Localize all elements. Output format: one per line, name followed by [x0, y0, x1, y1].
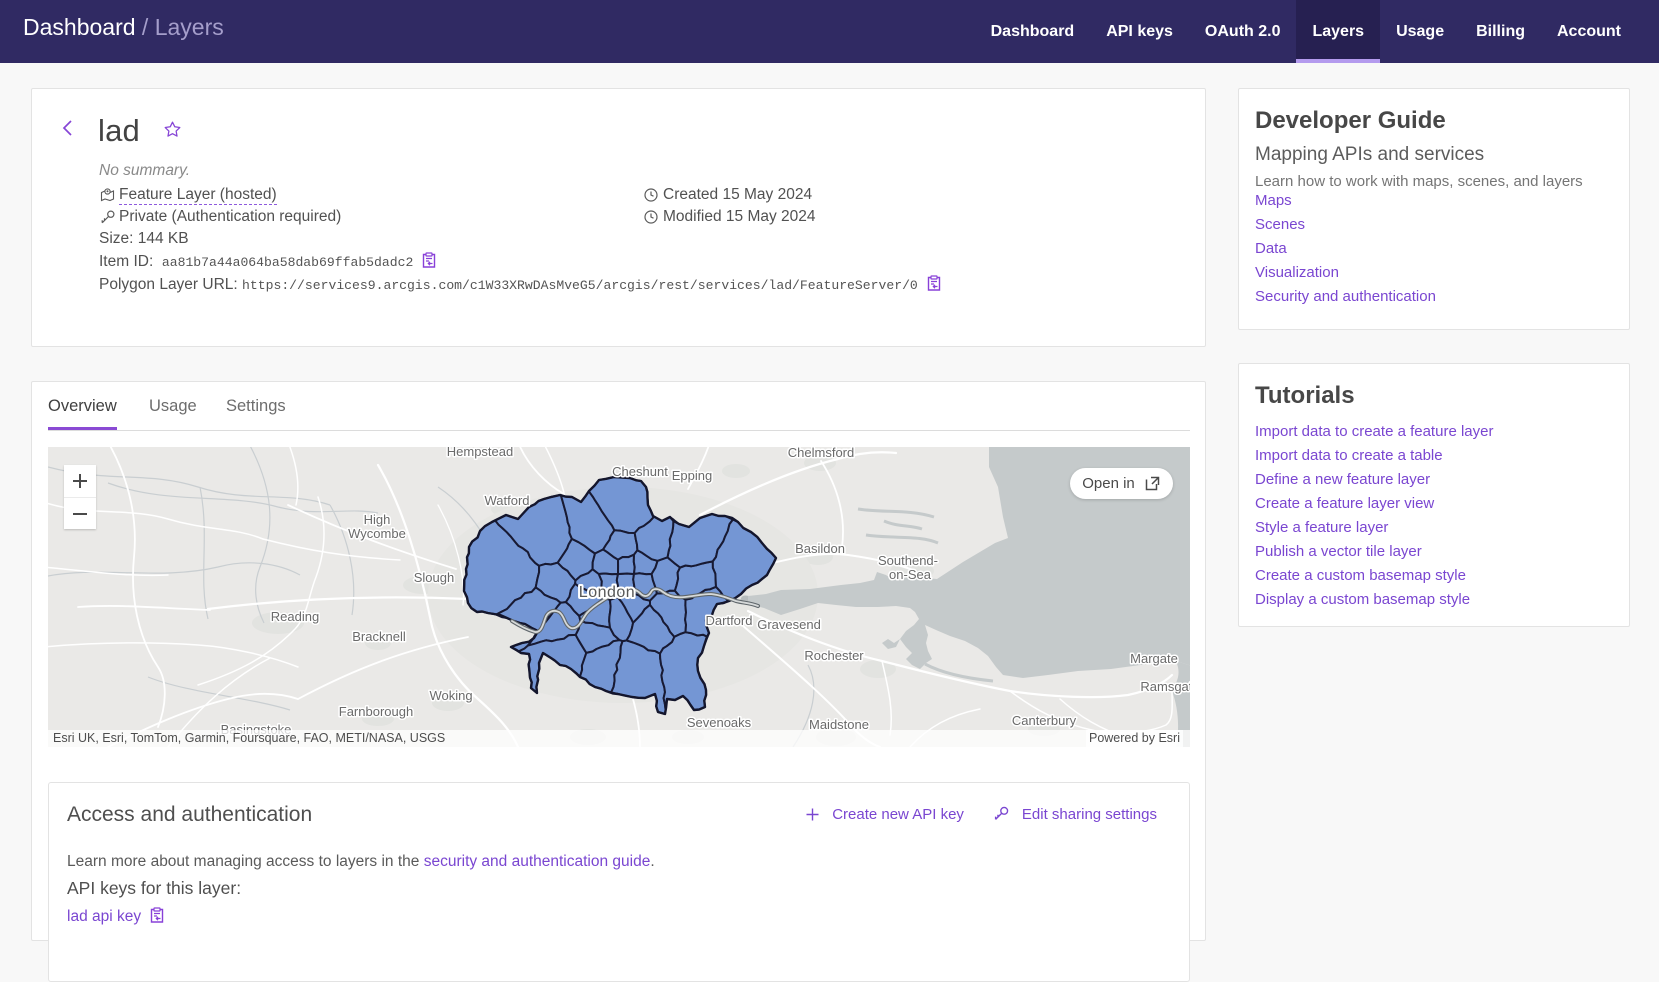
- svg-text:Margate: Margate: [1130, 651, 1178, 666]
- svg-text:Wycombe: Wycombe: [348, 526, 406, 541]
- svg-text:Hempstead: Hempstead: [447, 447, 513, 459]
- svg-text:Southend-: Southend-: [878, 553, 938, 568]
- svg-text:Farnborough: Farnborough: [339, 704, 413, 719]
- svg-text:London: London: [579, 584, 635, 601]
- svg-text:Sevenoaks: Sevenoaks: [687, 715, 752, 730]
- svg-text:Dartford: Dartford: [706, 613, 753, 628]
- svg-text:Basildon: Basildon: [795, 541, 845, 556]
- svg-text:Rochester: Rochester: [804, 648, 864, 663]
- svg-text:Epping: Epping: [672, 468, 712, 483]
- svg-text:Cheshunt: Cheshunt: [612, 464, 668, 479]
- svg-text:High: High: [364, 512, 391, 527]
- svg-text:Woking: Woking: [429, 688, 472, 703]
- svg-text:Slough: Slough: [414, 570, 454, 585]
- svg-text:Canterbury: Canterbury: [1012, 713, 1077, 728]
- svg-text:Bracknell: Bracknell: [352, 629, 406, 644]
- svg-text:Reading: Reading: [271, 609, 319, 624]
- svg-text:Gravesend: Gravesend: [757, 617, 821, 632]
- svg-text:Chelmsford: Chelmsford: [788, 447, 854, 460]
- svg-text:Watford: Watford: [484, 493, 529, 508]
- svg-text:Ramsgate: Ramsgate: [1140, 679, 1190, 694]
- svg-text:on-Sea: on-Sea: [889, 567, 932, 582]
